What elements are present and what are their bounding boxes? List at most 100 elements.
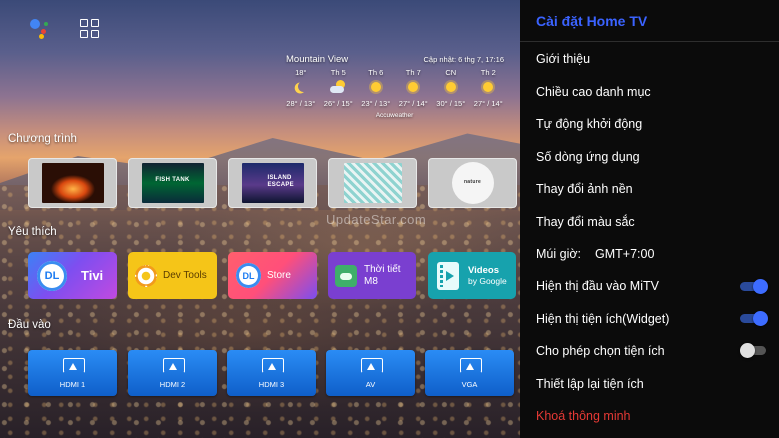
- sun-icon: [479, 78, 497, 96]
- favorite-app-label-line1: Thời tiết: [364, 263, 401, 275]
- section-label-inputs: Đầu vào: [8, 319, 51, 331]
- program-card-fish-tank[interactable]: FISH TANK: [128, 158, 217, 208]
- favorite-app-label: Thời tiết M8: [364, 264, 401, 288]
- menu-item-app-rows[interactable]: Số dòng ứng dụng: [536, 150, 640, 164]
- menu-item-reset-widgets[interactable]: Thiết lập lại tiện ích: [536, 377, 644, 391]
- menu-item-timezone[interactable]: Múi giờ: GMT+7:00: [536, 247, 654, 261]
- weather-day-temps: 26° / 15°: [323, 99, 353, 108]
- fireplace-thumbnail: [41, 163, 104, 203]
- weather-day-temps: 30° / 15°: [436, 99, 466, 108]
- dl-app-icon: DL: [236, 263, 261, 288]
- weather-day-temps: 27° / 14°: [398, 99, 428, 108]
- cast-input-icon: [162, 357, 185, 374]
- sun-icon: [404, 78, 422, 96]
- timezone-label: Múi giờ:: [536, 247, 582, 261]
- menu-item-show-mitv-input[interactable]: Hiện thị đầu vào MiTV: [536, 279, 659, 293]
- menu-item-smart-lock[interactable]: Khoá thông minh: [536, 409, 631, 423]
- program-caption: nature: [463, 179, 482, 185]
- program-card-tiles[interactable]: [328, 158, 417, 208]
- menu-item-auto-start[interactable]: Tự động khởi động: [536, 117, 642, 131]
- tiles-thumbnail: [343, 163, 402, 203]
- favorite-app-label-line2: by Google: [468, 275, 507, 286]
- weather-day-name: Th 7: [405, 68, 421, 77]
- menu-item-change-color[interactable]: Thay đổi màu sắc: [536, 215, 635, 229]
- input-source-label: VGA: [461, 379, 478, 389]
- partly-cloudy-icon: [329, 78, 347, 96]
- toggle-knob: [740, 343, 755, 358]
- menu-item-change-wallpaper[interactable]: Thay đổi ảnh nền: [536, 182, 633, 196]
- settings-panel-header: Cài đặt Home TV: [520, 0, 779, 42]
- apps-grid-icon[interactable]: [80, 19, 100, 39]
- weather-day-temps: 27° / 14°: [473, 99, 503, 108]
- sun-icon: [367, 78, 385, 96]
- google-assistant-icon[interactable]: [30, 19, 48, 39]
- cast-input-icon: [261, 357, 284, 374]
- weather-day: 18° 28° / 13°: [282, 68, 320, 108]
- toggle-show-mitv-input[interactable]: [740, 279, 768, 294]
- weather-day: Th 7 27° / 14°: [395, 68, 433, 108]
- weather-day-temps: 23° / 13°: [361, 99, 391, 108]
- gear-icon: [135, 264, 157, 287]
- island-escape-thumbnail: ISLAND ESCAPE: [241, 163, 304, 203]
- section-label-favorites: Yêu thích: [8, 226, 57, 238]
- toggle-allow-widget-select[interactable]: [740, 343, 768, 358]
- weather-updated: Cập nhật: 6 thg 7, 17:16: [423, 55, 504, 64]
- input-source-hdmi-3[interactable]: HDMI 3: [227, 350, 316, 396]
- weather-provider: Accuweather: [375, 112, 414, 119]
- input-source-label: AV: [365, 379, 376, 389]
- section-label-programs: Chương trình: [8, 133, 77, 145]
- timezone-value: GMT+7:00: [595, 247, 655, 261]
- input-source-label: HDMI 3: [258, 379, 285, 389]
- dl-app-icon: DL: [37, 260, 67, 291]
- weather-forecast: 18° 28° / 13° Th 5 26° / 15° Th 6 23° / …: [282, 68, 507, 108]
- cast-input-icon: [360, 357, 383, 374]
- weather-day-temps: 28° / 13°: [286, 99, 316, 108]
- program-card-island-escape[interactable]: ISLAND ESCAPE: [228, 158, 317, 208]
- program-caption: FISH TANK: [155, 177, 190, 183]
- input-source-hdmi-2[interactable]: HDMI 2: [128, 350, 217, 396]
- weather-app-icon: [335, 264, 357, 287]
- settings-panel-title: Cài đặt Home TV: [536, 12, 648, 29]
- weather-day: Th 2 27° / 14°: [470, 68, 508, 108]
- weather-day-name: Th 6: [368, 68, 384, 77]
- weather-day-name: Th 2: [480, 68, 496, 77]
- toggle-knob: [753, 311, 768, 326]
- input-source-av[interactable]: AV: [326, 350, 415, 396]
- favorite-app-label-line2: M8: [364, 275, 378, 287]
- sun-icon: [442, 78, 460, 96]
- menu-item-about[interactable]: Giới thiệu: [536, 52, 590, 66]
- favorite-app-label: Dev Tools: [163, 270, 207, 281]
- favorite-app-weather[interactable]: Thời tiết M8: [328, 252, 416, 299]
- favorite-app-tivi[interactable]: DL Tivi: [28, 252, 117, 299]
- input-source-hdmi-1[interactable]: HDMI 1: [28, 350, 117, 396]
- menu-item-show-widget[interactable]: Hiện thị tiện ích(Widget): [536, 312, 669, 326]
- watermark: UpdateStar.com: [326, 212, 427, 227]
- settings-panel: Cài đặt Home TV Giới thiệu Chiều cao dan…: [520, 0, 779, 438]
- weather-day-name: Th 5: [330, 68, 346, 77]
- menu-item-allow-widget-select[interactable]: Cho phép chọn tiện ích: [536, 344, 665, 358]
- weather-day-name: 18°: [295, 68, 307, 77]
- input-source-vga[interactable]: VGA: [425, 350, 514, 396]
- weather-city: Mountain View: [286, 54, 349, 65]
- weather-day: Th 5 26° / 15°: [320, 68, 358, 108]
- toggle-knob: [753, 279, 768, 294]
- menu-item-category-height[interactable]: Chiều cao danh mục: [536, 85, 651, 99]
- favorite-app-label: Tivi: [81, 268, 104, 283]
- favorite-app-label-line1: Videos: [468, 264, 499, 276]
- favorite-app-store[interactable]: DL Store: [228, 252, 317, 299]
- toggle-show-widget[interactable]: [740, 311, 768, 326]
- program-card-fireplace[interactable]: [28, 158, 117, 208]
- weather-day: CN 30° / 15°: [432, 68, 470, 108]
- favorite-app-videos[interactable]: Videos by Google: [428, 252, 516, 299]
- cast-input-icon: [62, 357, 85, 374]
- input-source-label: HDMI 2: [159, 379, 186, 389]
- program-caption: ISLAND ESCAPE: [267, 175, 294, 188]
- weather-day-name: CN: [445, 68, 457, 77]
- videos-app-icon: [437, 261, 459, 290]
- fish-tank-thumbnail: FISH TANK: [141, 163, 204, 203]
- favorite-app-label: Store: [267, 270, 291, 281]
- program-card-nature[interactable]: nature: [428, 158, 517, 208]
- moon-icon: [292, 78, 310, 96]
- weather-day: Th 6 23° / 13°: [357, 68, 395, 108]
- favorite-app-dev-tools[interactable]: Dev Tools: [128, 252, 217, 299]
